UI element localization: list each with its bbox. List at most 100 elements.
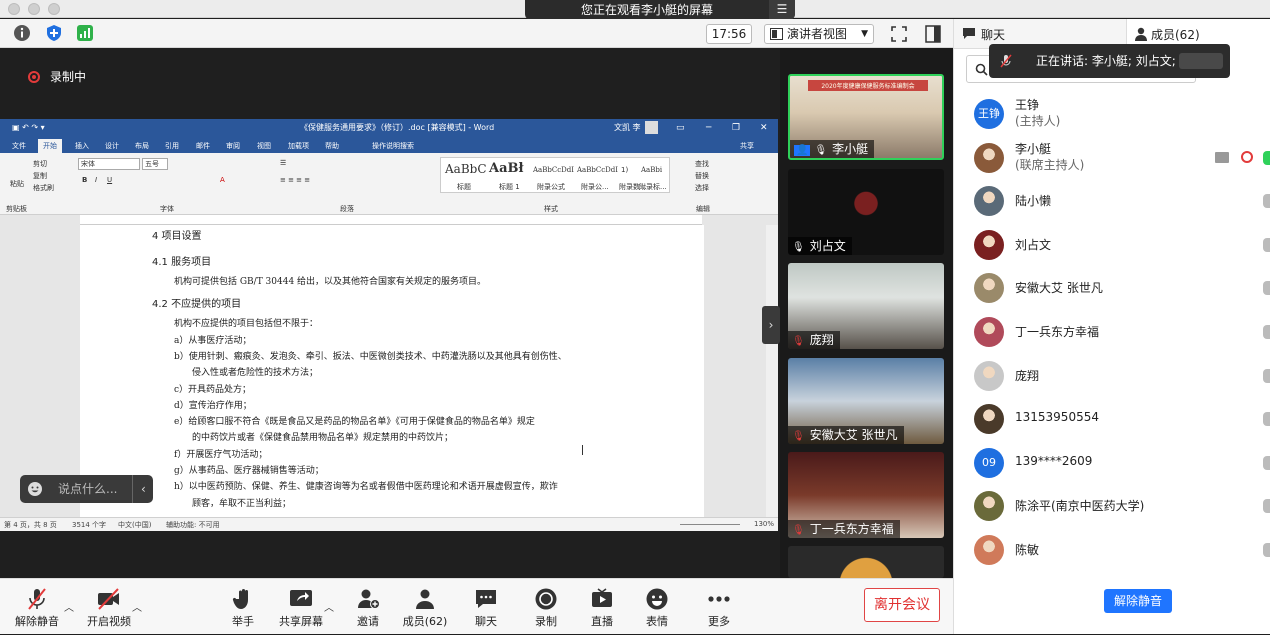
member-row[interactable]: 陈涂平(南京中医药大学) bbox=[954, 485, 1270, 527]
raise-hand-button[interactable]: 举手 bbox=[223, 579, 263, 635]
share-options-chevron-icon[interactable]: ︿ bbox=[324, 599, 334, 614]
live-stream-button[interactable]: 直播 bbox=[582, 579, 622, 635]
font-name-select[interactable]: 宋体 bbox=[78, 158, 140, 170]
fullscreen-icon[interactable] bbox=[890, 25, 908, 43]
muted-mic-icon[interactable] bbox=[1263, 368, 1270, 383]
format-painter-button[interactable]: 格式刷 bbox=[33, 183, 54, 193]
mic-icon[interactable] bbox=[1263, 150, 1270, 165]
video-tile[interactable] bbox=[788, 546, 944, 578]
word-search-tab[interactable]: 操作说明搜索 bbox=[372, 141, 414, 151]
banner-menu-icon[interactable]: ☰ bbox=[769, 0, 795, 20]
muted-mic-icon[interactable] bbox=[1263, 543, 1270, 557]
security-shield-icon[interactable] bbox=[45, 24, 63, 42]
font-color-button[interactable]: A bbox=[220, 176, 225, 184]
share-screen-button[interactable]: 共享屏幕 bbox=[276, 579, 326, 635]
bullets-icon[interactable]: ☰ bbox=[280, 159, 286, 167]
reactions-button[interactable]: 表情 bbox=[637, 579, 677, 635]
word-tab[interactable]: 插入 bbox=[75, 141, 89, 151]
muted-mic-icon[interactable] bbox=[1263, 281, 1270, 296]
collapse-chevron-icon[interactable]: ‹ bbox=[141, 475, 146, 503]
style-preview[interactable]: AaBbCcDdI bbox=[577, 166, 618, 174]
chat-input-bubble[interactable]: 说点什么... ‹ bbox=[20, 475, 153, 503]
video-name-label: 👤 🎙 李小艇 bbox=[790, 140, 875, 158]
chat-button[interactable]: 聊天 bbox=[466, 579, 506, 635]
member-row[interactable]: 安徽大艾 张世凡 bbox=[954, 267, 1270, 309]
invite-button[interactable]: 邀请 bbox=[348, 579, 388, 635]
muted-mic-icon[interactable] bbox=[1263, 499, 1270, 514]
style-preview[interactable]: AaBbi bbox=[641, 166, 662, 174]
underline-button[interactable]: U bbox=[107, 176, 112, 184]
align-icons[interactable]: ≡ ≡ ≡ ≡ bbox=[280, 176, 310, 184]
video-tile[interactable]: 🎙 丁一兵东方幸福 bbox=[788, 452, 944, 538]
doc-line: h）以中医药预防、保健、养生、健康咨询等为名或者假借中医药理论和术语开展虚假宣传… bbox=[174, 482, 558, 493]
zoom-slider[interactable] bbox=[680, 524, 740, 525]
word-vertical-scrollbar[interactable] bbox=[766, 225, 778, 517]
more-button[interactable]: 更多 bbox=[699, 579, 739, 635]
member-row[interactable]: 09 139****2609 bbox=[954, 442, 1270, 484]
muted-mic-icon[interactable] bbox=[1263, 194, 1270, 209]
word-quick-access[interactable]: ▣ ↶ ↷ ▾ bbox=[12, 119, 45, 137]
video-tile[interactable]: 2020年度健康保健服务标准编制会 👤 🎙 李小艇 bbox=[788, 74, 944, 160]
word-tab[interactable]: 加载项 bbox=[288, 141, 309, 151]
member-row[interactable]: 王铮 王铮 (主持人) bbox=[954, 93, 1270, 135]
sidebar-toggle-icon[interactable] bbox=[925, 25, 941, 43]
members-button[interactable]: 成员(62) bbox=[400, 579, 450, 635]
word-tab[interactable]: 文件 bbox=[12, 141, 26, 151]
word-tab-active[interactable]: 开始 bbox=[38, 139, 62, 153]
cut-button[interactable]: 剪切 bbox=[33, 159, 47, 169]
muted-mic-icon[interactable] bbox=[1263, 455, 1270, 470]
word-tab[interactable]: 设计 bbox=[105, 141, 119, 151]
bold-button[interactable]: B bbox=[82, 176, 87, 184]
word-share-button[interactable]: 共享 bbox=[740, 141, 754, 151]
member-row[interactable]: 丁一兵东方幸福 bbox=[954, 311, 1270, 353]
word-tab[interactable]: 引用 bbox=[165, 141, 179, 151]
copy-button[interactable]: 复制 bbox=[33, 171, 47, 181]
close-window-button[interactable] bbox=[8, 3, 20, 15]
paste-button[interactable]: 粘贴 bbox=[10, 179, 24, 189]
muted-mic-icon[interactable] bbox=[1263, 325, 1270, 339]
leave-meeting-button[interactable]: 离开会议 bbox=[864, 588, 940, 622]
word-tab[interactable]: 帮助 bbox=[325, 141, 339, 151]
minimize-window-button[interactable] bbox=[28, 3, 40, 15]
info-icon[interactable] bbox=[13, 24, 31, 42]
word-restore-icon[interactable]: ❐ bbox=[732, 119, 740, 137]
ribbon-display-icon[interactable]: ▭ bbox=[676, 119, 685, 137]
style-preview[interactable]: AaBbCcDdI bbox=[533, 166, 574, 174]
collapse-video-panel-handle[interactable]: › bbox=[762, 306, 780, 344]
unmute-all-button[interactable]: 解除静音 bbox=[1104, 589, 1172, 613]
start-video-button[interactable]: 开启视频 bbox=[84, 579, 134, 635]
member-row[interactable]: 陈敏 bbox=[954, 529, 1270, 571]
word-tab[interactable]: 视图 bbox=[257, 141, 271, 151]
muted-mic-icon[interactable] bbox=[1263, 412, 1270, 427]
word-tab[interactable]: 审阅 bbox=[226, 141, 240, 151]
member-row[interactable]: 刘占文 bbox=[954, 224, 1270, 266]
style-preview[interactable]: 1) bbox=[621, 166, 628, 174]
word-tab[interactable]: 布局 bbox=[135, 141, 149, 151]
find-button[interactable]: 查找 bbox=[695, 159, 709, 169]
style-preview[interactable]: AaBł bbox=[489, 161, 524, 176]
record-button[interactable]: 录制 bbox=[526, 579, 566, 635]
speaker-view-button[interactable]: 演讲者视图 ▼ bbox=[764, 24, 874, 44]
word-tab[interactable]: 邮件 bbox=[196, 141, 210, 151]
unmute-button[interactable]: 解除静音 bbox=[12, 579, 62, 635]
member-row[interactable]: 李小艇 (联席主持人) bbox=[954, 137, 1270, 179]
member-row[interactable]: 陆小懒 bbox=[954, 180, 1270, 222]
replace-button[interactable]: 替换 bbox=[695, 171, 709, 181]
video-tile[interactable]: 🎙 庞翔 bbox=[788, 263, 944, 349]
muted-mic-icon[interactable] bbox=[1263, 237, 1270, 252]
italic-button[interactable]: I bbox=[95, 176, 97, 184]
zoom-window-button[interactable] bbox=[48, 3, 60, 15]
signal-bars-icon[interactable] bbox=[76, 24, 94, 42]
word-minimize-icon[interactable]: ─ bbox=[706, 119, 711, 137]
member-row[interactable]: 13153950554 bbox=[954, 398, 1270, 440]
select-button[interactable]: 选择 bbox=[695, 183, 709, 193]
video-options-chevron-icon[interactable]: ︿ bbox=[132, 599, 142, 614]
style-preview[interactable]: AaBbC bbox=[445, 162, 487, 176]
word-close-icon[interactable]: ✕ bbox=[760, 119, 768, 137]
font-size-select[interactable]: 五号 bbox=[142, 158, 168, 170]
emoji-icon[interactable] bbox=[27, 481, 43, 497]
video-tile[interactable]: 🎙 刘占文 bbox=[788, 169, 944, 255]
member-row[interactable]: 庞翔 bbox=[954, 355, 1270, 397]
video-tile[interactable]: 🎙 安徽大艾 张世凡 bbox=[788, 358, 944, 444]
audio-options-chevron-icon[interactable]: ︿ bbox=[64, 599, 74, 614]
